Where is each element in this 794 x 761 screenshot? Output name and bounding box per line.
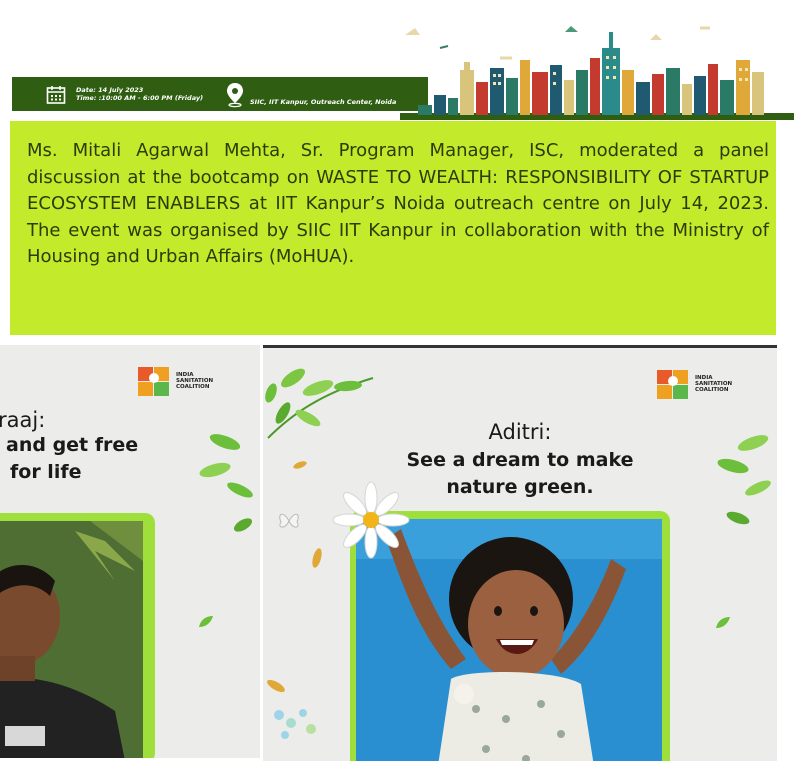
- coalition-logo-mark-icon: [657, 366, 691, 402]
- photo-frame: [0, 513, 155, 758]
- quote-line-1: and get free: [6, 434, 139, 456]
- event-location: SIIC, IIT Kanpur, Outreach Center, Noida: [250, 98, 397, 106]
- boy-portrait-image: [0, 521, 143, 758]
- logo-word-3: COALITION: [695, 387, 729, 393]
- calendar-icon: [46, 86, 66, 104]
- event-summary-text: Ms. Mitali Agarwal Mehta, Sr. Program Ma…: [27, 140, 769, 267]
- location-pin-icon: [227, 83, 243, 108]
- orange-leaf-icon: [293, 461, 307, 469]
- orange-leaf-icon: [267, 679, 285, 693]
- quote-line-1: See a dream to make: [406, 449, 634, 471]
- banner-strip: Date: 14 July 2023 Time: :10:00 AM - 6:0…: [12, 77, 428, 111]
- logo-word-3: COALITION: [176, 384, 210, 390]
- event-summary-box: Ms. Mitali Agarwal Mehta, Sr. Program Ma…: [10, 121, 776, 335]
- participant-name: raaj:: [0, 408, 46, 432]
- participant-card-aditri: INDIA SANITATION COALITION Aditri: See a…: [263, 345, 777, 761]
- event-date: Date: 14 July 2023: [76, 86, 144, 94]
- orange-leaf-icon: [312, 548, 322, 568]
- flowers-decoration-icon: [274, 709, 316, 739]
- event-time: Time: :10:00 AM - 6:00 PM (Friday): [76, 94, 204, 102]
- leaf-icon: [716, 617, 730, 628]
- participant-photo: [0, 521, 143, 758]
- event-banner: Date: 14 July 2023 Time: :10:00 AM - 6:0…: [0, 0, 794, 120]
- leaves-decoration-icon: [717, 435, 771, 525]
- leaf-icon: [199, 616, 213, 627]
- india-sanitation-coalition-logo: INDIA SANITATION COALITION: [657, 366, 732, 402]
- india-sanitation-coalition-logo: INDIA SANITATION COALITION: [138, 363, 213, 399]
- quote-line-2: for life: [10, 461, 82, 483]
- daisy-flower-icon: [332, 481, 410, 559]
- city-skyline-illustration: [400, 26, 794, 120]
- butterfly-icon: [279, 513, 299, 528]
- participant-name: Aditri:: [488, 420, 552, 444]
- participant-card-left: INDIA SANITATION COALITION raaj: and get…: [0, 345, 260, 758]
- leaves-decoration-icon: [199, 434, 253, 532]
- coalition-logo-mark-icon: [138, 363, 172, 399]
